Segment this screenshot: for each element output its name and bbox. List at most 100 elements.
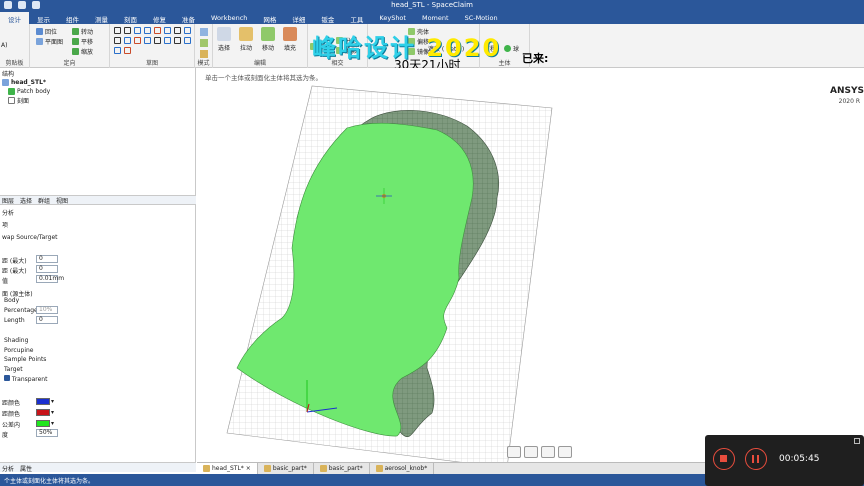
edit-group-label: 编辑: [253, 60, 266, 67]
move-button[interactable]: 移动: [257, 27, 279, 52]
opacity-label: 度: [2, 432, 9, 439]
ribbon-tab[interactable]: 设计: [0, 12, 29, 24]
tab-properties[interactable]: 属性: [20, 464, 32, 473]
ribbon-tab[interactable]: 测量: [87, 12, 116, 24]
sphere-button[interactable]: 球: [504, 44, 519, 53]
expand-icon[interactable]: [854, 438, 860, 444]
sketch-tool-icon[interactable]: [134, 37, 141, 44]
sketch-tool-icon[interactable]: [124, 37, 131, 44]
ribbon-tab[interactable]: 显示: [29, 12, 58, 24]
ribbon-tab[interactable]: Moment: [414, 12, 457, 24]
document-tab[interactable]: basic_part*: [314, 463, 370, 474]
tree-item-patch-body[interactable]: Patch body: [2, 87, 50, 96]
sketch-tool-icon[interactable]: [124, 47, 131, 54]
length-input[interactable]: 0: [36, 316, 58, 324]
ribbon-tab[interactable]: 钣金: [313, 12, 342, 24]
sketch-mode-icon[interactable]: [200, 28, 208, 36]
stop-record-button[interactable]: [713, 448, 735, 470]
chevron-down-icon[interactable]: ▾: [51, 409, 54, 416]
sketch-tool-icon[interactable]: [174, 37, 181, 44]
sketch-tools: [114, 27, 192, 54]
tab-selection[interactable]: 选择: [20, 196, 32, 205]
tab-views[interactable]: 视图: [56, 196, 68, 205]
document-tab[interactable]: aerosol_knob*: [370, 463, 435, 474]
sketch-tool-icon[interactable]: [164, 27, 171, 34]
rotate-button[interactable]: 转动: [72, 27, 93, 36]
swap-source-target[interactable]: wap Source/Target: [2, 234, 58, 241]
ansys-logo: ANSYS: [830, 86, 864, 96]
viewport[interactable]: 单击一个主体或刻面化主体将其选为条。 ANSYS 2020 R: [197, 68, 864, 462]
target-option[interactable]: Target: [4, 366, 23, 373]
tree-patch-label: Patch body: [17, 88, 51, 95]
sketch-tool-icon[interactable]: [114, 37, 121, 44]
ribbon-tab[interactable]: 刻面: [116, 12, 145, 24]
zoom-icon: [72, 48, 79, 55]
sketch-tool-icon[interactable]: [124, 27, 131, 34]
sketch-tool-icon[interactable]: [144, 27, 151, 34]
max-dist-input-2[interactable]: 0: [36, 265, 58, 273]
ribbon-tab[interactable]: 网格: [255, 12, 284, 24]
sketch-tool-icon[interactable]: [134, 27, 141, 34]
body-option[interactable]: Body: [4, 297, 19, 304]
sketch-tool-icon[interactable]: [164, 37, 171, 44]
sketch-tool-icon[interactable]: [154, 37, 161, 44]
close-icon[interactable]: ×: [246, 465, 251, 472]
body-icon: [8, 88, 15, 95]
document-tab[interactable]: head_STL* ×: [197, 463, 258, 474]
fill-button[interactable]: 填充: [279, 27, 301, 52]
transparent-checkbox[interactable]: Transparent: [4, 375, 47, 383]
chevron-down-icon[interactable]: ▾: [51, 420, 54, 427]
far-color-swatch[interactable]: [36, 398, 50, 405]
sketch-tool-icon[interactable]: [184, 37, 191, 44]
ribbon-tab[interactable]: Workbench: [203, 12, 255, 24]
sketch-tool-icon[interactable]: [114, 27, 121, 34]
tree-item-facets[interactable]: 刻面: [2, 96, 50, 105]
plan-view-button[interactable]: 平面图: [36, 37, 63, 46]
tab-groups[interactable]: 群组: [38, 196, 50, 205]
pull-button[interactable]: 拉动: [235, 27, 257, 52]
shading-option[interactable]: Shading: [4, 337, 28, 344]
sample-points-option[interactable]: Sample Points: [4, 356, 46, 363]
pause-record-button[interactable]: [745, 448, 767, 470]
ribbon-tab[interactable]: SC-Motion: [457, 12, 506, 24]
near-color-swatch[interactable]: [36, 409, 50, 416]
view-tool-2[interactable]: [524, 446, 538, 458]
view-tool-1[interactable]: [507, 446, 521, 458]
pause-icon: [752, 455, 754, 463]
ribbon-tab[interactable]: KeyShot: [371, 12, 414, 24]
pan-button[interactable]: 平移: [72, 37, 93, 46]
home-button[interactable]: 回位: [36, 27, 57, 36]
select-button[interactable]: 选择: [213, 27, 235, 52]
3d-mode-icon[interactable]: [200, 50, 208, 58]
section-mode-icon[interactable]: [200, 39, 208, 47]
sketch-tool-icon[interactable]: [174, 27, 181, 34]
sketch-tool-icon[interactable]: [184, 27, 191, 34]
options-header: 分析: [2, 210, 15, 217]
ribbon-tab[interactable]: 工具: [342, 12, 371, 24]
percentage-input[interactable]: 10%: [36, 306, 58, 314]
chevron-down-icon[interactable]: ▾: [51, 398, 54, 405]
tolerance-color-swatch[interactable]: [36, 420, 50, 427]
max-dist-input-1[interactable]: 0: [36, 255, 58, 263]
porcupine-option[interactable]: Porcupine: [4, 347, 33, 354]
zoom-button[interactable]: 缩放: [72, 47, 93, 56]
ribbon-tab[interactable]: 详细: [284, 12, 313, 24]
sketch-tool-icon[interactable]: [144, 37, 151, 44]
near-color-label: 距颜色: [2, 411, 21, 418]
ribbon-tab[interactable]: 准备: [174, 12, 203, 24]
rotate-label: 转动: [81, 29, 94, 36]
sketch-tool-icon[interactable]: [114, 47, 121, 54]
document-tab[interactable]: basic_part*: [258, 463, 314, 474]
tree-item-root[interactable]: head_STL*: [2, 78, 50, 87]
tolerance-input[interactable]: 0.01mm: [36, 275, 64, 283]
ribbon-tab[interactable]: 组件: [58, 12, 87, 24]
view-tool-3[interactable]: [541, 446, 555, 458]
sketch-tool-icon[interactable]: [154, 27, 161, 34]
tab-layers[interactable]: 图层: [2, 196, 14, 205]
ribbon-tab[interactable]: 修复: [145, 12, 174, 24]
view-tool-4[interactable]: [558, 446, 572, 458]
title-bar: head_STL - SpaceClaim: [0, 0, 864, 12]
tab-analysis[interactable]: 分析: [2, 464, 14, 473]
opacity-select[interactable]: 50%: [36, 429, 58, 437]
paste-button[interactable]: A): [1, 42, 7, 49]
